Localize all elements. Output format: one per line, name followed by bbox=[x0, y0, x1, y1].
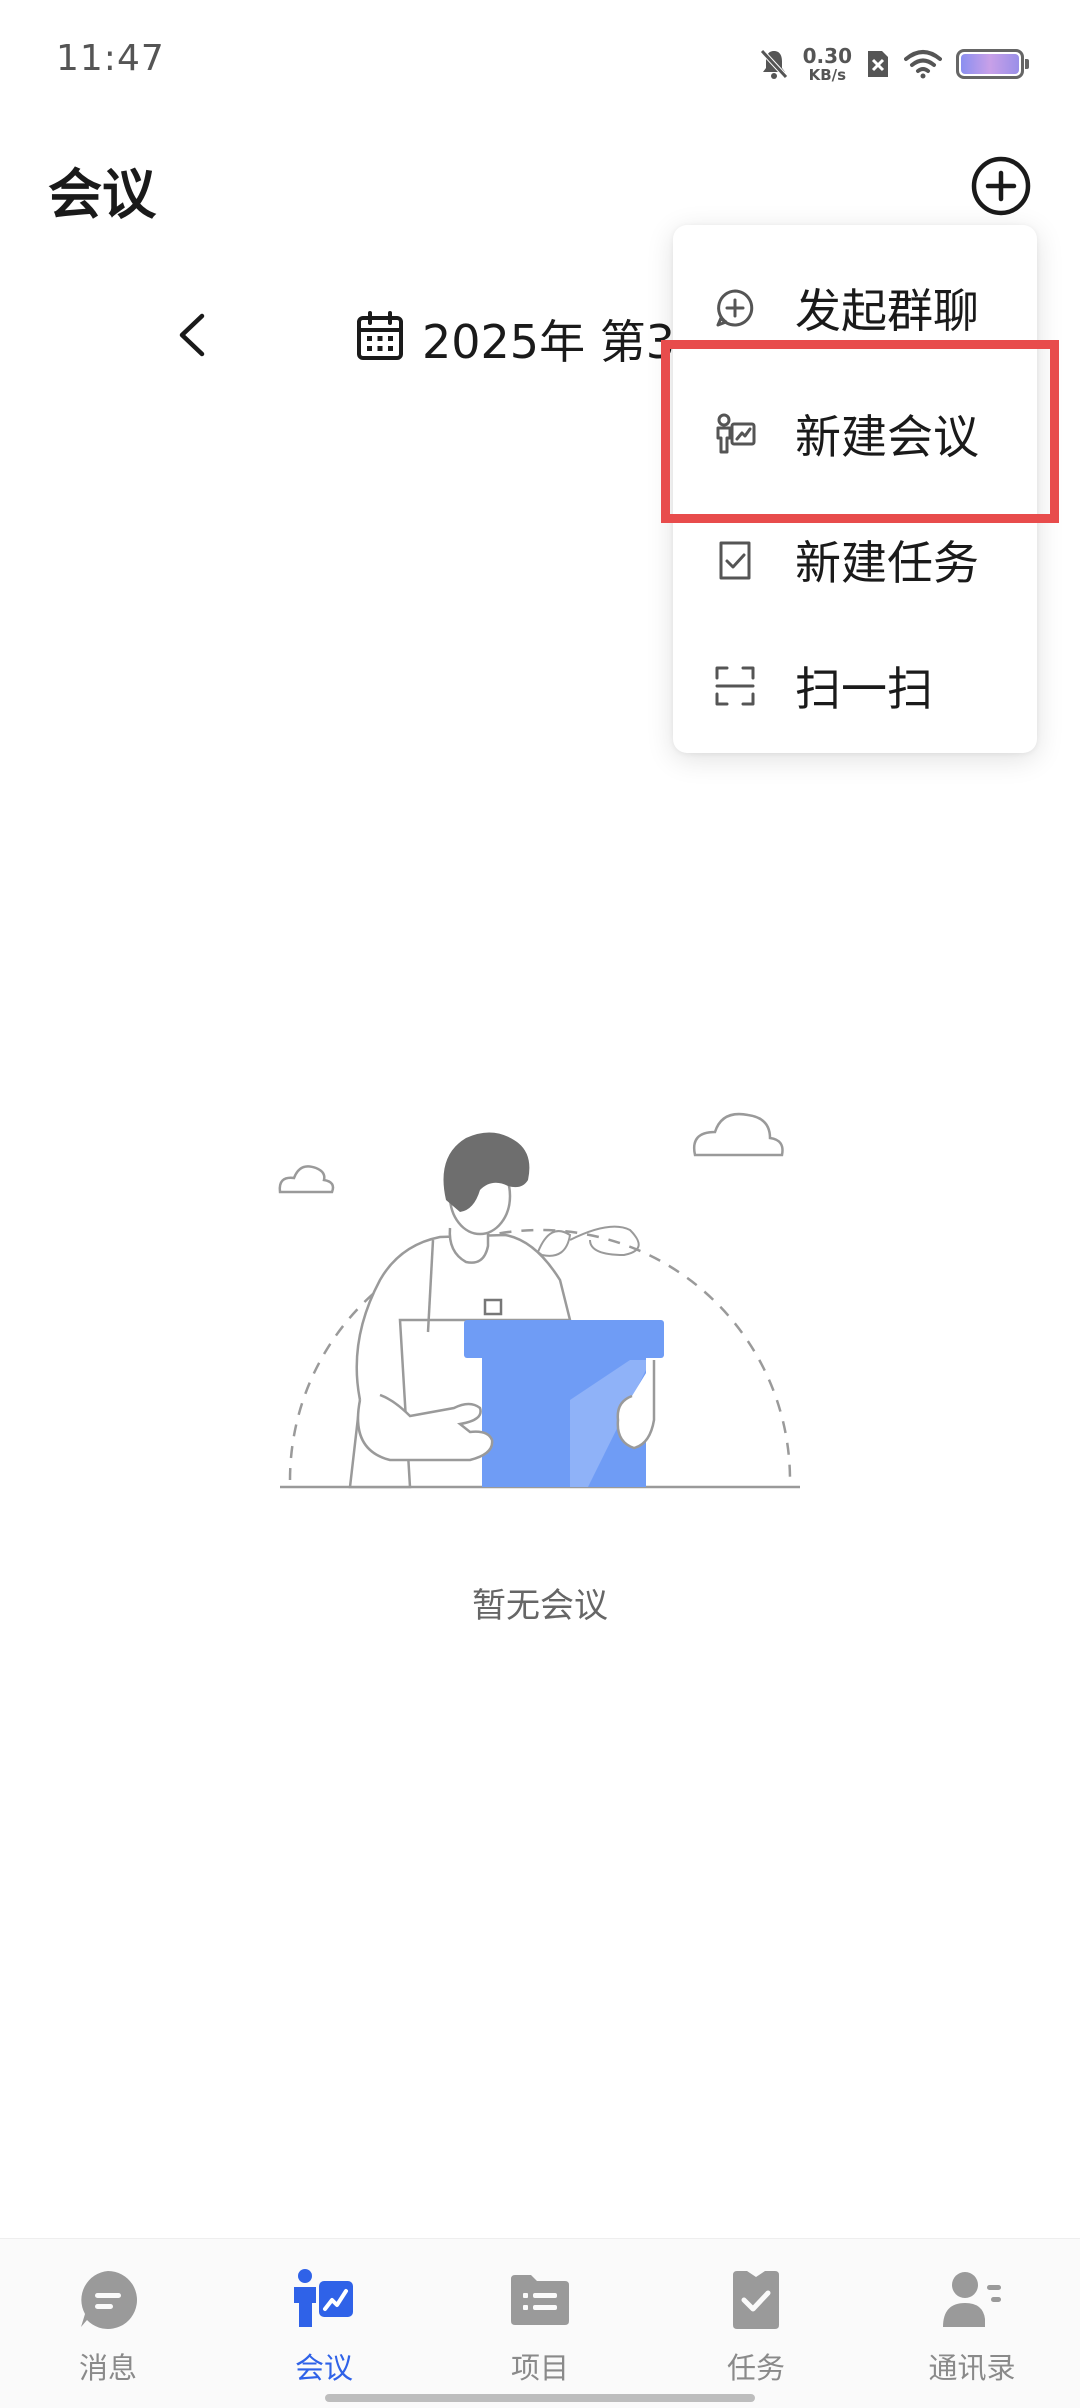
status-bar: 11:47 0.30 KB/s bbox=[0, 0, 1080, 120]
menu-item-label: 扫一扫 bbox=[795, 662, 933, 716]
tab-messages[interactable]: 消息 bbox=[0, 2239, 216, 2389]
task-check-icon bbox=[719, 541, 751, 580]
task-clipboard-icon bbox=[733, 2271, 779, 2329]
tab-label: 项目 bbox=[510, 2351, 569, 2385]
menu-item-label: 发起群聊 bbox=[795, 284, 979, 338]
contacts-icon bbox=[943, 2272, 1001, 2327]
chevron-left-icon[interactable] bbox=[170, 310, 214, 360]
calendar-icon bbox=[357, 311, 403, 360]
mute-bell-icon bbox=[759, 49, 788, 79]
meeting-tab-icon bbox=[294, 2269, 353, 2327]
add-menu: 发起群聊 新建会议 新建任务 扫一扫 bbox=[673, 225, 1037, 753]
tab-label: 任务 bbox=[726, 2351, 785, 2385]
battery-icon bbox=[956, 49, 1029, 79]
menu-item-label: 新建任务 bbox=[795, 536, 979, 590]
tab-label: 会议 bbox=[294, 2351, 353, 2385]
wifi-icon bbox=[904, 50, 942, 79]
network-speed-value: 0.30 bbox=[802, 43, 852, 68]
week-label[interactable]: 2025年 第38 bbox=[422, 306, 704, 372]
tab-contacts[interactable]: 通讯录 bbox=[864, 2239, 1080, 2389]
menu-item-new-meeting[interactable]: 新建会议 bbox=[673, 371, 1037, 497]
tab-meetings[interactable]: 会议 bbox=[216, 2239, 432, 2389]
network-speed-unit: KB/s bbox=[808, 65, 847, 84]
plus-circle-icon[interactable] bbox=[970, 155, 1032, 217]
tab-tasks[interactable]: 任务 bbox=[648, 2239, 864, 2389]
page-title: 会议 bbox=[48, 163, 156, 226]
tab-label: 消息 bbox=[78, 2351, 137, 2385]
message-bubble-icon bbox=[81, 2271, 137, 2329]
empty-state-text: 暂无会议 bbox=[472, 1586, 608, 1626]
menu-item-start-group-chat[interactable]: 发起群聊 bbox=[673, 245, 1037, 371]
meeting-icon bbox=[716, 413, 756, 454]
tab-label: 通讯录 bbox=[928, 2351, 1016, 2385]
folder-list-icon bbox=[511, 2275, 569, 2325]
menu-item-new-task[interactable]: 新建任务 bbox=[673, 497, 1037, 623]
network-speed: 0.30 KB/s bbox=[803, 46, 852, 83]
status-icons: 0.30 KB/s bbox=[759, 40, 1029, 88]
sim-blocked-icon bbox=[868, 51, 888, 77]
menu-item-scan[interactable]: 扫一扫 bbox=[673, 623, 1037, 749]
scan-icon bbox=[715, 666, 755, 706]
home-indicator[interactable] bbox=[325, 2394, 755, 2402]
bottom-tab-bar: 消息 会议 项目 任务 通讯录 bbox=[0, 2238, 1080, 2408]
tab-projects[interactable]: 项目 bbox=[432, 2239, 648, 2389]
status-time: 11:47 bbox=[56, 38, 165, 79]
meeting-screen: 11:47 0.30 KB/s 会议 2025年 第38 暂无会议 发起群聊 新… bbox=[0, 0, 1080, 2408]
chat-plus-icon bbox=[716, 289, 754, 327]
person-with-box-illustration bbox=[278, 1112, 800, 1489]
menu-item-label: 新建会议 bbox=[795, 410, 979, 464]
